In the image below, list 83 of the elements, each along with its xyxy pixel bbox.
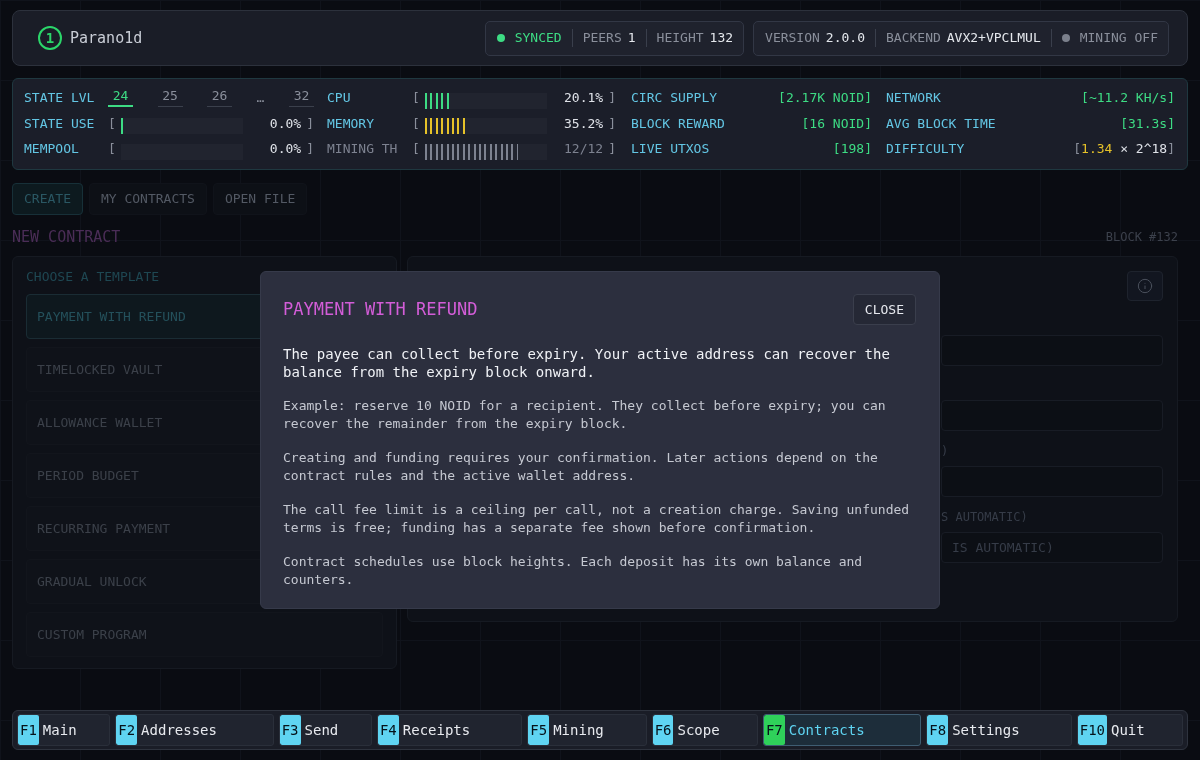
height-label: HEIGHT (656, 29, 704, 48)
function-key-cap: F5 (528, 715, 550, 745)
function-key-button[interactable]: F7 Contracts (762, 714, 922, 746)
bracket-text: [ (1073, 140, 1082, 158)
stat-label: STATE USE (24, 115, 95, 131)
function-key-cap: F6 (652, 715, 674, 745)
function-key-cap: F1 (18, 715, 39, 745)
stat-label: DIFFICULTY (886, 140, 965, 158)
input-field[interactable] (941, 466, 1163, 497)
bracket-text: [ (108, 114, 116, 133)
meter-reading: 12/12 (564, 140, 604, 158)
bracket-text: ] (608, 140, 616, 158)
bracket-text: ] (1167, 140, 1175, 158)
view-tab[interactable]: MY CONTRACTS (88, 183, 207, 215)
input-field[interactable] (941, 400, 1163, 431)
meter-reading: 0.0% (269, 140, 302, 158)
bracket-text: [ (412, 140, 420, 158)
stat-label: STATE LVL (24, 90, 95, 105)
function-key-cap: F2 (116, 715, 138, 745)
view-tab[interactable]: OPEN FILE (212, 183, 308, 215)
stat-label: MEMORY (327, 115, 374, 131)
function-key-button[interactable]: F3 Send (278, 714, 372, 746)
block-height-label: BLOCK #132 (1105, 229, 1178, 246)
panel-heading: CHOOSE A TEMPLATE (26, 269, 161, 285)
app-title: Parano1d (70, 27, 143, 49)
meter-reading: 35.2% (564, 114, 604, 133)
field-label: ) (941, 444, 949, 458)
info-icon (1137, 278, 1153, 294)
height-value: 132 (709, 29, 734, 48)
level-tab[interactable]: 25 (157, 88, 183, 108)
bracket-text: ] (306, 140, 314, 158)
stat-label: NETWORK (886, 89, 941, 107)
bracket-text: [ (412, 114, 420, 133)
stat-label: CIRC SUPPLY (631, 89, 718, 107)
function-key-button[interactable]: F1 Main (17, 714, 111, 746)
bracket-text: ] (306, 114, 314, 133)
level-tab[interactable]: 32 (288, 88, 314, 108)
bracket-text: [ (412, 89, 420, 107)
backend-value: AVX2+VPCLMUL (946, 29, 1041, 48)
function-key-cap: F4 (377, 715, 399, 745)
level-tab[interactable]: 24 (108, 88, 133, 108)
stat-value: [198] (832, 140, 872, 158)
function-key-button[interactable]: F10 Quit (1076, 714, 1183, 746)
meter-reading: 0.0% (269, 114, 302, 133)
logo-mark: 1 (38, 26, 62, 50)
function-key-button[interactable]: F8 Settings (926, 714, 1072, 746)
ellipsis-text: … (256, 89, 265, 107)
stat-value: [2.17K NOID] (778, 89, 872, 107)
peers-label: PEERS (582, 29, 622, 48)
meter-reading: 20.1% (564, 89, 604, 107)
difficulty-exponent: × 2^18 (1120, 140, 1168, 158)
version-value: 2.0.0 (825, 29, 865, 48)
stat-value: [31.3s] (1120, 114, 1175, 133)
level-tab[interactable]: 26 (207, 88, 233, 108)
stat-label: MINING TH (327, 141, 398, 156)
function-key-button[interactable]: F2 Addresses (115, 714, 274, 746)
status-label: MINING OFF (1079, 29, 1158, 48)
bracket-text: ] (608, 114, 616, 133)
backend-label: BACKEND (886, 29, 941, 48)
function-key-button[interactable]: F4 Receipts (376, 714, 523, 746)
stat-value: [~11.2 KH/s] (1081, 89, 1175, 107)
info-button[interactable] (1127, 271, 1163, 301)
stat-label: LIVE UTXOS (631, 140, 710, 158)
stat-label: CPU (327, 90, 351, 105)
peers-value: 1 (627, 29, 636, 48)
bracket-text: ] (608, 89, 616, 107)
bracket-text: [ (108, 140, 116, 158)
stat-label: BLOCK REWARD (631, 114, 725, 133)
function-key-cap: F3 (279, 715, 301, 745)
function-key-button[interactable]: F6 Scope (651, 714, 758, 746)
section-title: NEW CONTRACT (12, 226, 121, 248)
function-key-cap: F7 (763, 715, 785, 745)
stat-label: AVG BLOCK TIME (886, 114, 996, 133)
function-key-cap: F8 (927, 715, 949, 745)
input-field[interactable] (941, 335, 1163, 366)
function-key-cap: F10 (1077, 715, 1107, 745)
close-button[interactable]: CLOSE (852, 294, 916, 325)
function-key-button[interactable]: F5 Mining (527, 714, 647, 746)
difficulty-mantissa: 1.34 (1081, 140, 1113, 158)
version-label: VERSION (765, 29, 820, 48)
status-label: SYNCED (514, 29, 562, 48)
stat-label: MEMPOOL (24, 141, 79, 156)
stat-value: [16 NOID] (801, 114, 872, 133)
